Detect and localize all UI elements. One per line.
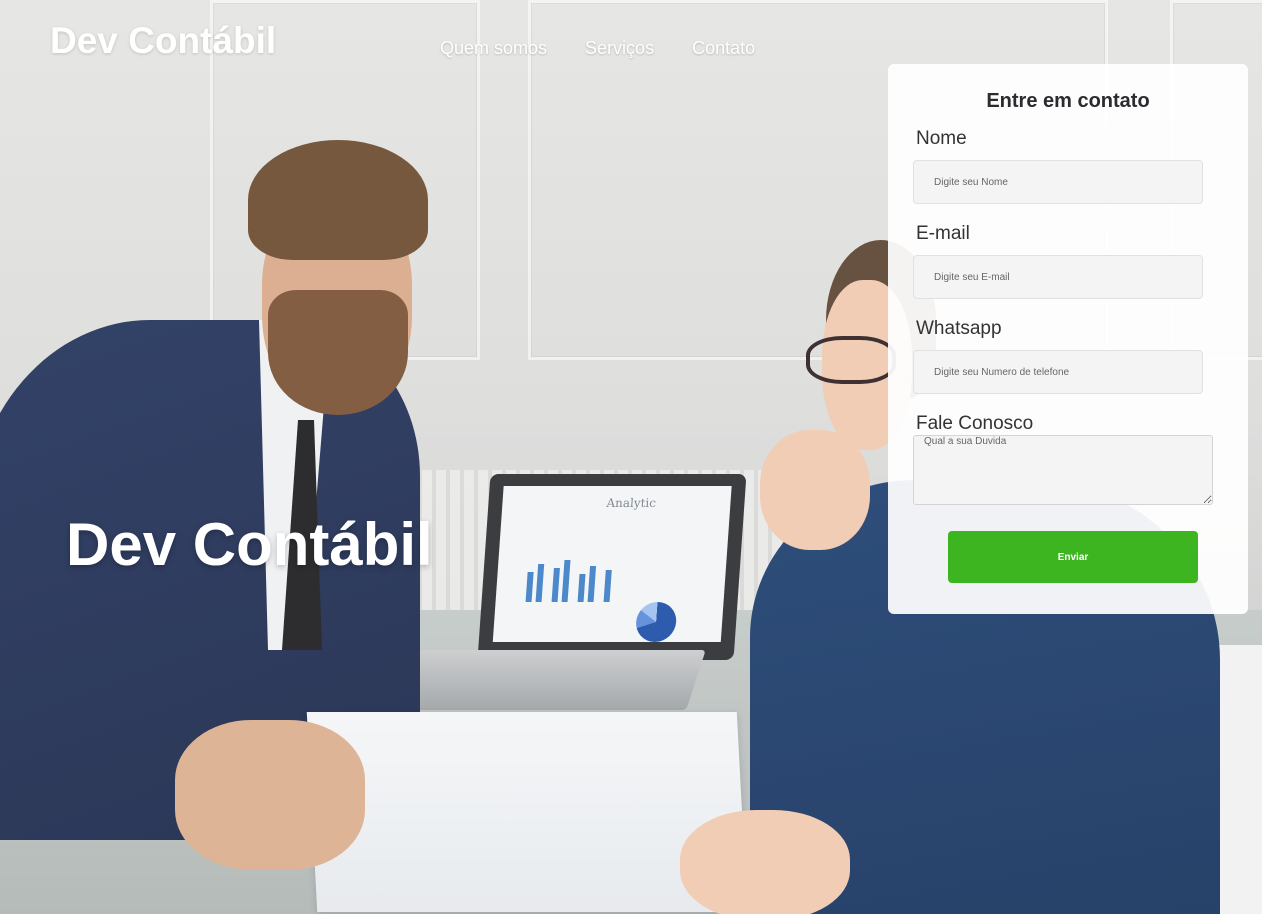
main-nav: Quem somos Serviços Contato (440, 38, 755, 59)
name-label: Nome (916, 128, 967, 149)
name-input[interactable] (913, 160, 1203, 204)
nav-link-servicos[interactable]: Serviços (585, 38, 654, 59)
hero-title: Dev Contábil (66, 511, 433, 578)
nav-link-quem-somos[interactable]: Quem somos (440, 38, 547, 59)
contact-form: Entre em contato Nome E-mail Whatsapp Fa… (888, 64, 1248, 614)
email-input[interactable] (913, 255, 1203, 299)
send-button[interactable]: Enviar (948, 531, 1198, 583)
nav-link-contato[interactable]: Contato (692, 38, 755, 59)
whatsapp-input[interactable] (913, 350, 1203, 394)
message-label: Fale Conosco (916, 413, 1034, 434)
site-logo[interactable]: Dev Contábil (50, 20, 276, 62)
message-textarea[interactable] (913, 435, 1213, 505)
whatsapp-label: Whatsapp (916, 318, 1002, 339)
contact-form-title: Entre em contato (986, 90, 1150, 112)
email-label: E-mail (916, 223, 970, 244)
